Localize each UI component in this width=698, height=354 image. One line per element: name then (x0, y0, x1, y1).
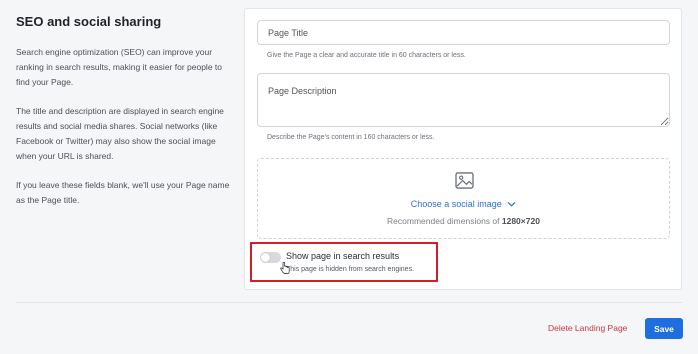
seo-intro-paragraph: Search engine optimization (SEO) can imp… (16, 47, 222, 87)
recommended-dimensions: Recommended dimensions of 1280×720 (258, 216, 669, 226)
seo-description-column: SEO and social sharing Search engine opt… (16, 14, 236, 222)
choose-social-image-label: Choose a social image (410, 199, 502, 209)
seo-form-card: Give the Page a clear and accurate title… (244, 8, 682, 290)
toggle-knob (261, 253, 270, 262)
recommended-dimensions-size: 1280×720 (501, 216, 540, 226)
recommended-dimensions-prefix: Recommended dimensions of (387, 216, 500, 226)
page-description-helper: Describe the Page's content in 160 chara… (267, 134, 435, 141)
hand-cursor-icon (280, 262, 290, 274)
delete-landing-page-button[interactable]: Delete Landing Page (548, 323, 627, 333)
social-image-dropzone[interactable]: Choose a social image Recommended dimens… (257, 158, 670, 239)
seo-sharing-paragraph: The title and description are displayed … (16, 106, 224, 161)
image-icon (455, 172, 474, 189)
section-title: SEO and social sharing (16, 14, 162, 29)
save-button[interactable]: Save (645, 318, 683, 339)
seo-blank-fields-paragraph: If you leave these fields blank, we'll u… (16, 180, 230, 205)
page-title-input[interactable] (257, 20, 670, 45)
choose-social-image-button[interactable]: Choose a social image (258, 199, 669, 209)
chevron-down-icon (508, 202, 516, 207)
footer-divider (16, 302, 682, 303)
search-visibility-highlight: Show page in search results This page is… (250, 242, 438, 282)
page-description-input[interactable] (257, 73, 670, 127)
search-results-toggle[interactable] (260, 252, 281, 263)
search-results-toggle-label: Show page in search results (286, 251, 400, 261)
page-title-helper: Give the Page a clear and accurate title… (267, 52, 466, 59)
search-results-toggle-helper: This page is hidden from search engines. (286, 266, 415, 273)
